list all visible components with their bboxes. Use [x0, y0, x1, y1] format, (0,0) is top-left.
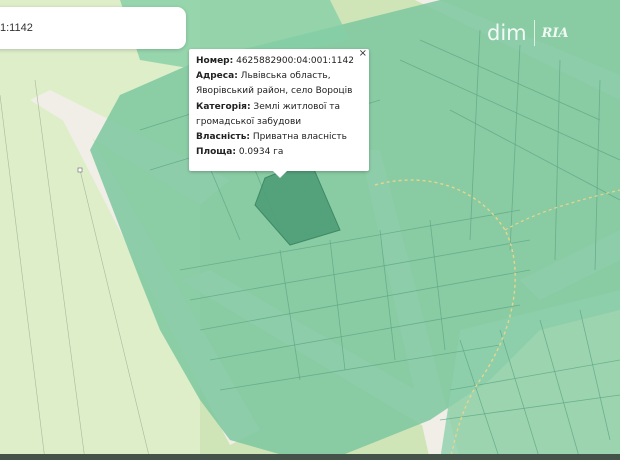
- parcel-info-popup: × Номер: 4625882900:04:001:1142 Адреса: …: [189, 48, 369, 171]
- dimria-watermark: dim RIA: [477, 16, 587, 50]
- parcel-number-label: Номер:: [196, 56, 234, 66]
- parcel-category-value-line2: громадської забудови: [196, 116, 302, 127]
- parcel-number-row: Номер: 4625882900:04:001:1142: [196, 54, 363, 69]
- watermark-separator: [533, 20, 535, 46]
- parcel-area-label: Площа:: [196, 147, 236, 158]
- bottom-bar: [0, 454, 620, 460]
- watermark-ria-logo: RIA: [541, 25, 569, 41]
- parcel-ownership-value: Приватна власність: [252, 132, 347, 143]
- parcel-address-value-line1: Львівська область,: [240, 71, 331, 82]
- parcel-address-row: Адреса: Львівська область, Яворівський р…: [196, 69, 363, 99]
- popup-pointer: [272, 170, 288, 178]
- vertex-marker[interactable]: [77, 167, 83, 173]
- parcel-category-row: Категорія: Землі житлової та громадської…: [196, 100, 363, 130]
- close-icon[interactable]: ×: [359, 48, 367, 60]
- parcel-address-value-line2: Яворівський район, село Вороців: [196, 86, 353, 97]
- parcel-area-row: Площа: 0.0934 га: [196, 145, 363, 160]
- watermark-dim-text: dim: [487, 21, 527, 45]
- parcel-category-label: Категорія:: [196, 101, 251, 112]
- parcel-ownership-label: Власність:: [196, 132, 251, 143]
- search-box[interactable]: 1:1142: [0, 7, 186, 49]
- parcel-address-label: Адреса:: [196, 71, 238, 82]
- parcel-area-value: 0.0934 га: [238, 147, 284, 158]
- search-input[interactable]: 1:1142: [0, 22, 33, 34]
- parcel-number-value: 4625882900:04:001:1142: [236, 56, 354, 66]
- parcel-category-value-line1: Землі житлової та: [253, 101, 341, 112]
- parcel-ownership-row: Власність: Приватна власність: [196, 130, 363, 145]
